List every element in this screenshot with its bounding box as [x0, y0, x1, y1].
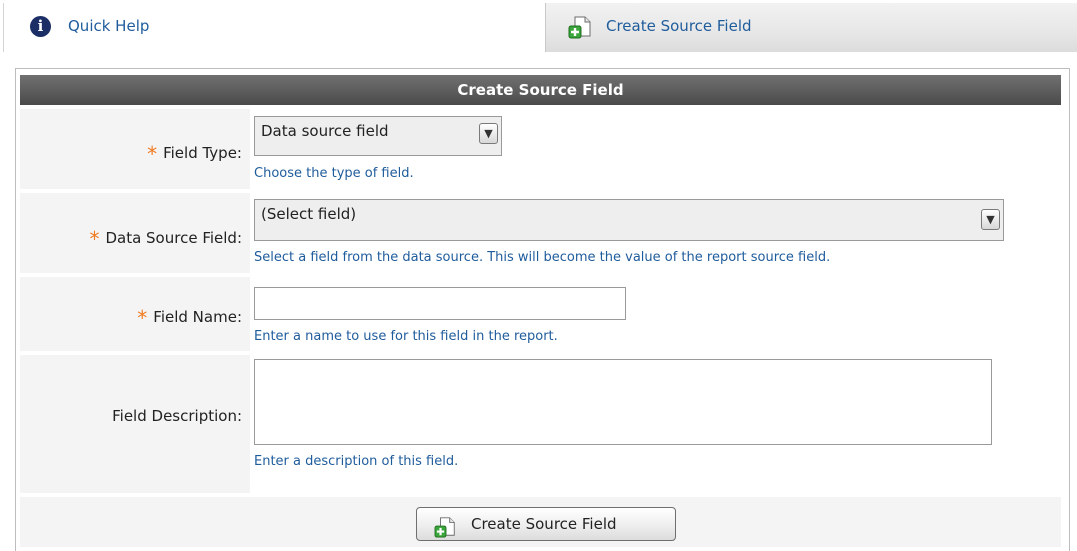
- tab-quick-help[interactable]: i Quick Help: [3, 3, 544, 52]
- info-icon: i: [30, 16, 51, 37]
- data-source-field-row: * Data Source Field: (Select field) ▼ Sel…: [20, 193, 1061, 273]
- field-description-textarea[interactable]: [254, 359, 992, 445]
- field-name-input[interactable]: [254, 287, 626, 320]
- field-type-label: * Field Type:: [147, 142, 242, 166]
- field-name-label: * Field Name:: [137, 306, 242, 330]
- tab-create-source-field[interactable]: Create Source Field: [545, 3, 1077, 52]
- field-type-row: * Field Type: Data source field ▼ Choose …: [20, 109, 1061, 189]
- data-source-field-label: * Data Source Field:: [89, 227, 242, 251]
- field-name-hint: Enter a name to use for this field in th…: [254, 329, 558, 344]
- create-source-field-button-label: Create Source Field: [471, 515, 617, 533]
- field-description-row: Field Description: Enter a description o…: [20, 355, 1061, 493]
- document-add-icon: [568, 15, 594, 43]
- field-type-value: Data source field: [261, 122, 389, 140]
- create-source-field-form: Create Source Field * Field Type: Data so…: [15, 68, 1070, 551]
- document-add-icon: [433, 516, 459, 542]
- tab-bar: i Quick Help Create Source Field: [0, 0, 1077, 55]
- required-marker: *: [147, 142, 158, 166]
- field-type-select[interactable]: Data source field ▼: [254, 116, 502, 156]
- field-description-label: Field Description:: [112, 407, 242, 425]
- chevron-down-icon[interactable]: ▼: [981, 209, 1000, 230]
- required-marker: *: [89, 227, 100, 251]
- chevron-down-icon[interactable]: ▼: [479, 123, 498, 144]
- tab-quick-help-label[interactable]: Quick Help: [68, 17, 149, 35]
- data-source-field-select[interactable]: (Select field) ▼: [254, 199, 1004, 241]
- create-source-field-button[interactable]: Create Source Field: [416, 507, 676, 541]
- tab-create-source-field-label[interactable]: Create Source Field: [606, 17, 752, 35]
- field-name-row: * Field Name: Enter a name to use for thi…: [20, 277, 1061, 351]
- data-source-field-hint: Select a field from the data source. Thi…: [254, 250, 831, 265]
- field-description-hint: Enter a description of this field.: [254, 454, 459, 469]
- form-footer: Create Source Field: [20, 497, 1061, 547]
- required-marker: *: [137, 306, 148, 330]
- data-source-field-value: (Select field): [261, 205, 357, 223]
- field-type-hint: Choose the type of field.: [254, 166, 414, 181]
- form-title: Create Source Field: [20, 75, 1061, 105]
